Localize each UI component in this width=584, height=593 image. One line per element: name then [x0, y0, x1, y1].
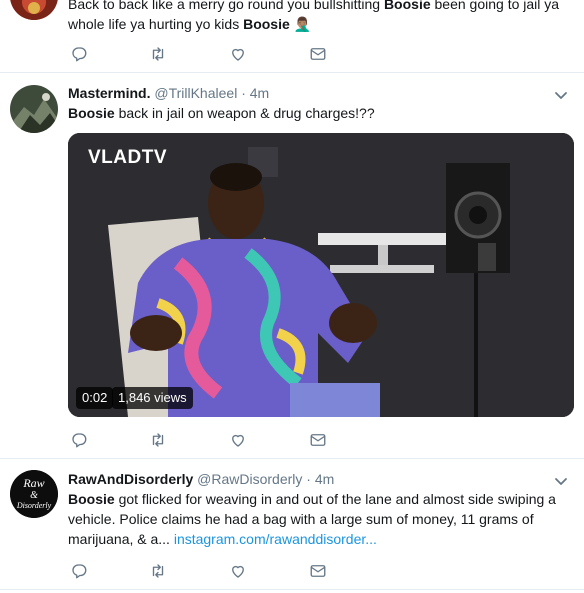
video-watermark: VLADTV — [88, 147, 167, 168]
avatar[interactable]: Raw & Disorderly — [10, 470, 58, 518]
user-handle[interactable]: @RawDisorderly — [197, 471, 302, 487]
tweet-text: Boosie back in jail on weapon & drug cha… — [68, 105, 375, 121]
like-icon[interactable] — [228, 430, 248, 450]
retweet-icon[interactable] — [148, 561, 168, 581]
retweet-icon[interactable] — [148, 430, 168, 450]
reply-icon[interactable] — [69, 561, 89, 581]
video-duration: 0:02 — [76, 387, 114, 409]
reply-icon[interactable] — [69, 44, 89, 64]
caret-down-icon[interactable] — [554, 88, 568, 102]
tweet-text: Back to back like a merry go round you b… — [68, 0, 560, 32]
video-views: 1,846 views — [112, 387, 193, 409]
retweet-icon[interactable] — [148, 44, 168, 64]
timestamp[interactable]: · 4m — [306, 471, 334, 487]
video-player[interactable]: VLADTV 0:02 1,846 views — [68, 133, 574, 417]
svg-text:Raw: Raw — [22, 476, 44, 490]
svg-text:&: & — [30, 490, 38, 501]
separator — [0, 458, 584, 459]
avatar[interactable] — [10, 0, 58, 20]
dm-icon[interactable] — [308, 44, 328, 64]
tweet-header: RawAndDisorderly @RawDisorderly · 4m — [68, 471, 334, 487]
svg-text:Disorderly: Disorderly — [16, 501, 52, 510]
facepalm-emoji: 🤦🏽‍♂️ — [293, 16, 312, 32]
user-name[interactable]: Mastermind. — [68, 85, 150, 101]
avatar[interactable] — [10, 85, 58, 133]
caret-down-icon[interactable] — [554, 474, 568, 488]
timestamp[interactable]: · 4m — [241, 85, 269, 101]
video-frame — [68, 133, 574, 417]
tweet-header: Mastermind. @TrillKhaleel · 4m — [68, 85, 269, 101]
dm-icon[interactable] — [308, 430, 328, 450]
user-handle[interactable]: @TrillKhaleel — [154, 85, 237, 101]
user-name[interactable]: RawAndDisorderly — [68, 471, 193, 487]
like-icon[interactable] — [228, 561, 248, 581]
separator — [0, 589, 584, 590]
tweet-text: Boosie got flicked for weaving in and ou… — [68, 491, 556, 547]
dm-icon[interactable] — [308, 561, 328, 581]
tweet-1[interactable]: Back to back like a merry go round you b… — [0, 0, 584, 72]
like-icon[interactable] — [228, 44, 248, 64]
instagram-link[interactable]: instagram.com/rawanddisorder... — [174, 531, 377, 547]
reply-icon[interactable] — [69, 430, 89, 450]
